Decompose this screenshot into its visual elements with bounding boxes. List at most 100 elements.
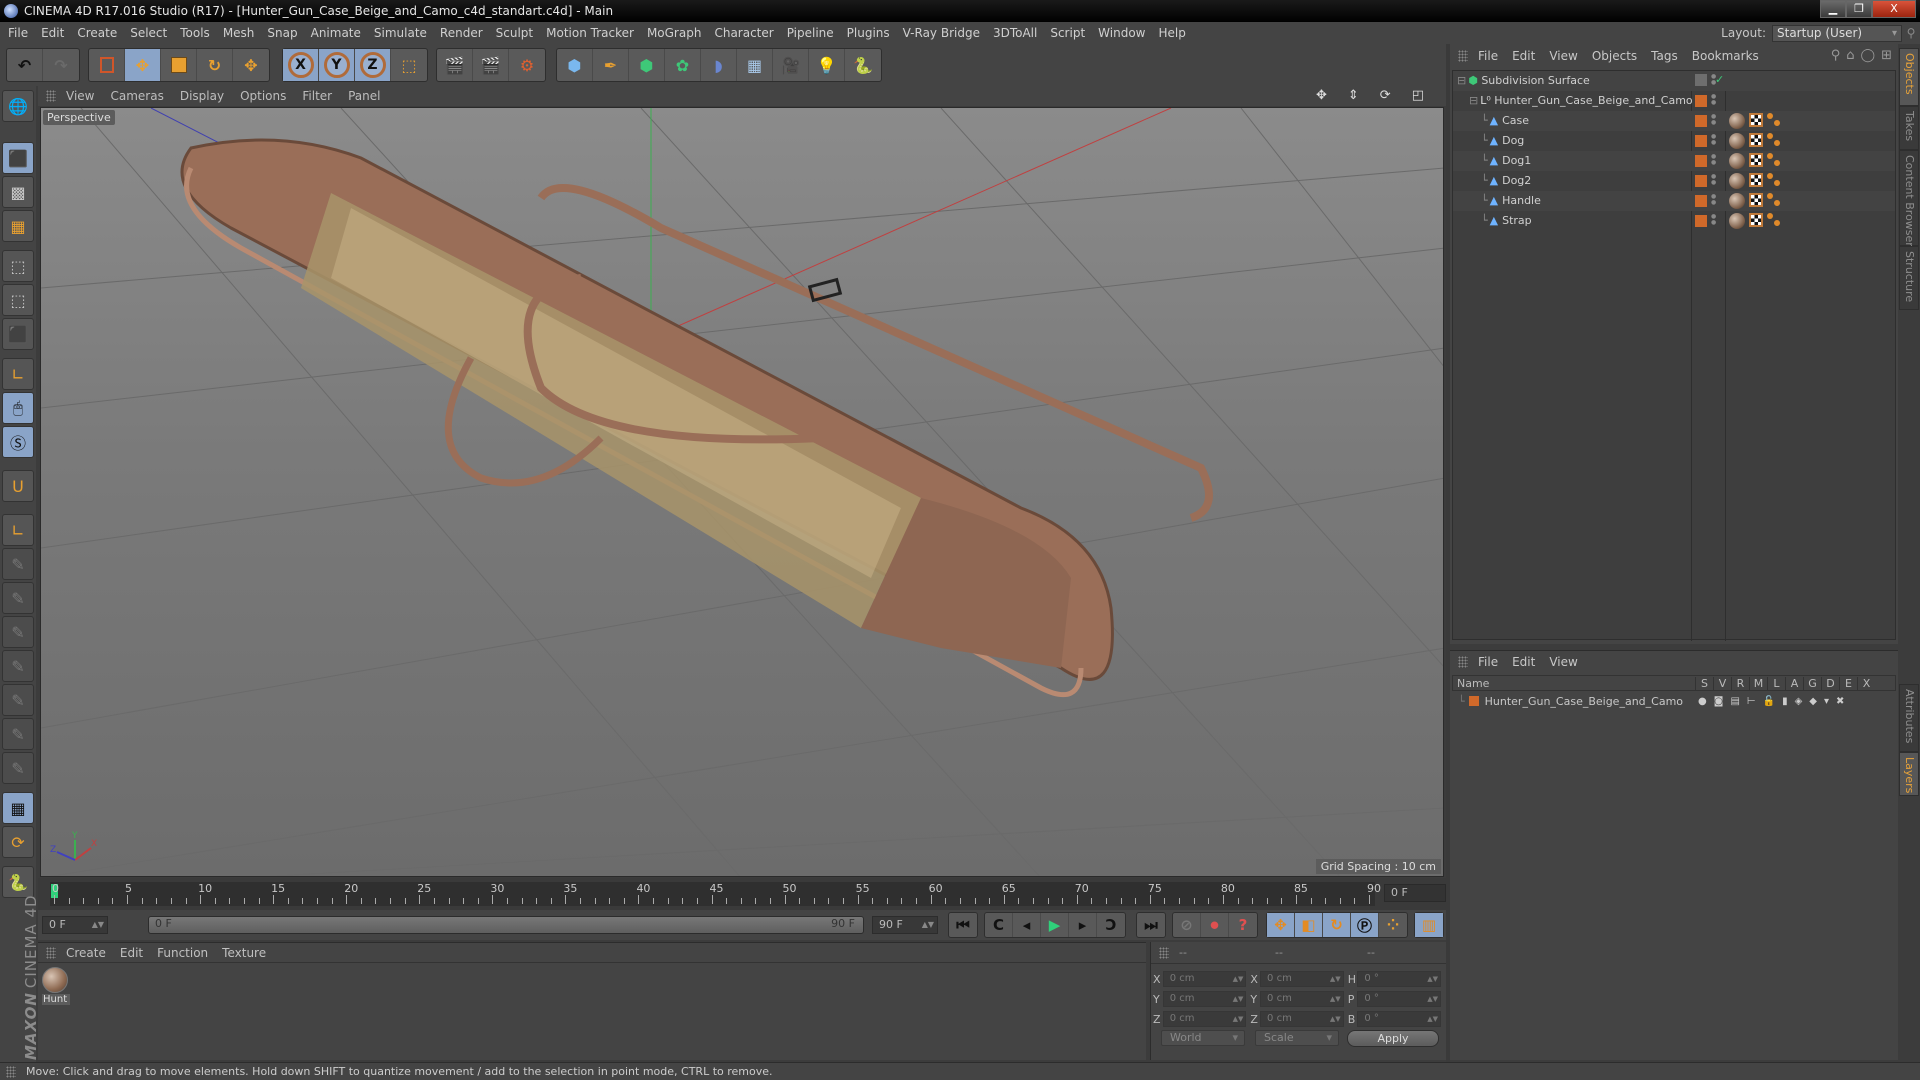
frame-range-slider[interactable]: 0 F 90 F xyxy=(148,916,864,934)
selection-tag-icon[interactable] xyxy=(1767,133,1783,149)
menu-plugins[interactable]: Plugins xyxy=(847,26,890,40)
viewport-menu-display[interactable]: Display xyxy=(180,89,224,103)
col-view[interactable]: V xyxy=(1713,676,1731,690)
render-settings-icon[interactable]: ⚙ xyxy=(509,49,545,81)
material-tag-icon[interactable] xyxy=(1729,133,1745,149)
objects-menu-tags[interactable]: Tags xyxy=(1651,49,1678,63)
scale-icon[interactable] xyxy=(161,49,197,81)
apply-button[interactable]: Apply xyxy=(1347,1030,1439,1047)
visible-icon[interactable]: ◙ xyxy=(1714,696,1724,707)
autokey-icon[interactable]: ? xyxy=(1229,913,1257,937)
current-frame-field[interactable]: 0 F xyxy=(1384,884,1446,902)
layers-menu-edit[interactable]: Edit xyxy=(1512,655,1535,669)
model-mode-icon[interactable]: ⬛ xyxy=(2,142,34,174)
brush-pin-icon[interactable]: ✎ xyxy=(2,718,34,750)
tree-item-dog[interactable]: └ ▲ Dog ● ● xyxy=(1453,131,1895,151)
xref-icon[interactable]: ✖ xyxy=(1836,696,1844,707)
col-name[interactable]: Name xyxy=(1453,677,1695,690)
search-icon[interactable]: ⚲ xyxy=(1831,48,1841,63)
move-alt-icon[interactable]: ✥ xyxy=(233,49,269,81)
uvw-tag-icon[interactable] xyxy=(1749,113,1763,127)
layer-color-swatch[interactable] xyxy=(1695,175,1707,187)
menu-motion-tracker[interactable]: Motion Tracker xyxy=(546,26,634,40)
tree-item-dog2[interactable]: └ ▲ Dog2 ● ● xyxy=(1453,171,1895,191)
layer-color-swatch[interactable] xyxy=(1695,95,1707,107)
position-x-field[interactable]: 0 cm ▲▼ xyxy=(1162,971,1247,987)
animation-icon[interactable]: ▮ xyxy=(1782,696,1788,707)
objects-menu-file[interactable]: File xyxy=(1478,49,1498,63)
menu-mesh[interactable]: Mesh xyxy=(223,26,255,40)
brush-psr-icon[interactable]: ✎ xyxy=(2,650,34,682)
brush-p-icon[interactable]: ✎ xyxy=(2,582,34,614)
keyframe-disabled-icon[interactable]: ⊘ xyxy=(1173,913,1201,937)
light-icon[interactable]: 💡 xyxy=(809,49,845,81)
size-x-field[interactable]: 0 cm ▲▼ xyxy=(1260,971,1344,987)
next-frame-icon[interactable]: ▸ xyxy=(1069,913,1097,937)
solo-icon[interactable]: ● xyxy=(1698,696,1707,707)
layer-color-swatch[interactable] xyxy=(1695,195,1707,207)
3d-viewport[interactable]: Perspective Y X Z Grid Spacing : 10 cm xyxy=(40,107,1444,877)
manager-icon[interactable]: ⊢ xyxy=(1747,696,1756,707)
deformer-icon[interactable]: ◆ xyxy=(1809,696,1817,707)
end-frame-field[interactable]: 90 F ▲▼ xyxy=(872,916,938,934)
selection-tag-icon[interactable] xyxy=(1767,153,1783,169)
redo-icon[interactable]: ↷ xyxy=(43,49,79,81)
col-animation[interactable]: A xyxy=(1785,676,1803,690)
render-picture-viewer-icon[interactable]: 🎬 xyxy=(473,49,509,81)
material-menu-create[interactable]: Create xyxy=(66,946,106,960)
locked-workplane-icon[interactable]: ∟ xyxy=(2,514,34,546)
col-locked[interactable]: L xyxy=(1767,676,1785,690)
col-xref[interactable]: X xyxy=(1857,676,1875,690)
rotate-icon[interactable]: ↻ xyxy=(197,49,233,81)
generator-icon[interactable]: ◈ xyxy=(1795,696,1803,707)
workplane-grid-icon[interactable]: ▦ xyxy=(2,210,34,242)
position-z-field[interactable]: 0 cm ▲▼ xyxy=(1162,1011,1247,1027)
uvw-tag-icon[interactable] xyxy=(1749,173,1763,187)
panel-grip[interactable] xyxy=(1458,50,1468,62)
tab-layers[interactable]: Layers xyxy=(1899,752,1919,796)
points-mode-icon[interactable]: ⬚ xyxy=(2,250,34,282)
tree-item-group[interactable]: ⊟ L⁰ Hunter_Gun_Case_Beige_and_Camo ● ● xyxy=(1453,91,1895,111)
grid-rotate-icon[interactable]: ⟳ xyxy=(2,826,34,858)
menu-3dtoall[interactable]: 3DToAll xyxy=(993,26,1037,40)
timeline-ruler[interactable]: 0 5 10 15 20 25 30 35 40 45 50 55 60 65 70 75 80 85 90 xyxy=(50,882,1381,906)
y-axis-lock-icon[interactable]: Y xyxy=(319,49,355,81)
polygons-mode-icon[interactable]: ⬛ xyxy=(2,318,34,350)
x-axis-lock-icon[interactable]: X xyxy=(283,49,319,81)
coordinate-mode-dropdown[interactable]: World xyxy=(1161,1030,1245,1046)
play-icon[interactable]: ▶ xyxy=(1041,913,1069,937)
new-window-icon[interactable]: ⊞ xyxy=(1881,48,1892,63)
planar-lock-icon[interactable]: ▦ xyxy=(2,792,34,824)
brush-r-icon[interactable]: ✎ xyxy=(2,616,34,648)
objects-menu-objects[interactable]: Objects xyxy=(1592,49,1637,63)
panel-grip[interactable] xyxy=(46,90,56,102)
material-tag-icon[interactable] xyxy=(1729,113,1745,129)
key-rotation-icon[interactable]: ↻ xyxy=(1323,913,1351,937)
uvw-tag-icon[interactable] xyxy=(1749,153,1763,167)
tab-objects[interactable]: Objects xyxy=(1899,48,1919,106)
menu-sculpt[interactable]: Sculpt xyxy=(496,26,533,40)
layer-color-swatch[interactable] xyxy=(1695,155,1707,167)
tree-item-case[interactable]: └ ▲ Case ● ● xyxy=(1453,111,1895,131)
layer-color-swatch[interactable] xyxy=(1468,696,1479,706)
previous-frame-icon[interactable]: ◂ xyxy=(1013,913,1041,937)
move-icon[interactable]: ✥ xyxy=(125,49,161,81)
tab-takes[interactable]: Takes xyxy=(1899,106,1919,150)
tree-item-dog1[interactable]: └ ▲ Dog1 ● ● xyxy=(1453,151,1895,171)
pan-icon[interactable]: ✥ xyxy=(1316,88,1327,103)
close-button[interactable]: X xyxy=(1872,0,1916,18)
record-icon[interactable]: ⏺ xyxy=(1201,913,1229,937)
menu-pipeline[interactable]: Pipeline xyxy=(787,26,834,40)
col-expressions[interactable]: E xyxy=(1839,676,1857,690)
python-script-icon[interactable]: 🐍 xyxy=(2,866,34,898)
maximize-icon[interactable]: ◰ xyxy=(1412,88,1424,103)
menu-select[interactable]: Select xyxy=(130,26,167,40)
minimize-button[interactable]: ▁ xyxy=(1820,0,1846,18)
menu-edit[interactable]: Edit xyxy=(41,26,64,40)
selection-tag-icon[interactable] xyxy=(1767,193,1783,209)
dolly-icon[interactable]: ⇕ xyxy=(1348,88,1359,103)
menu-help[interactable]: Help xyxy=(1158,26,1185,40)
key-pla-icon[interactable]: ⁘ xyxy=(1379,913,1407,937)
layers-menu-file[interactable]: File xyxy=(1478,655,1498,669)
menu-character[interactable]: Character xyxy=(714,26,773,40)
